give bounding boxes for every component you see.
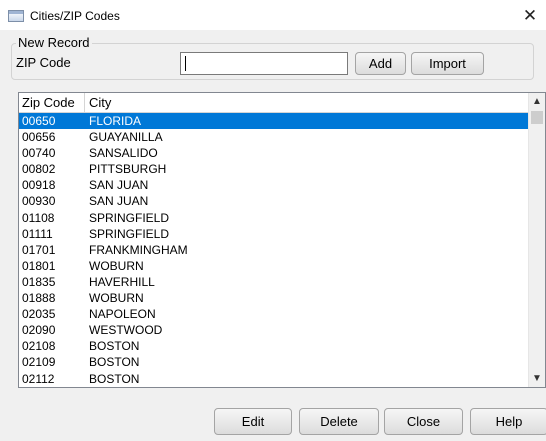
zip-cell: 01111 <box>22 226 53 241</box>
import-button[interactable]: Import <box>411 52 484 75</box>
city-cell: WESTWOOD <box>89 323 163 338</box>
table-row[interactable]: 01801 WOBURN <box>19 258 529 274</box>
table-row[interactable]: 01701 FRANKMINGHAM <box>19 242 529 258</box>
zip-code-label: ZIP Code <box>16 55 71 70</box>
table-row[interactable]: 01835 HAVERHILL <box>19 274 529 290</box>
zip-city-list[interactable]: Zip Code City 00650 FLORIDA 00656 GUAYANILL… <box>18 92 546 388</box>
city-cell: SAN JUAN <box>89 194 149 209</box>
table-row[interactable]: 02109 BOSTON <box>19 354 529 370</box>
zip-cell: 01701 <box>22 242 56 257</box>
chevron-down-icon[interactable]: ▼ <box>529 370 545 387</box>
window-title: Cities/ZIP Codes <box>30 9 120 23</box>
delete-button[interactable]: Delete <box>299 408 379 435</box>
zip-cell: 00802 <box>22 162 56 177</box>
city-cell: WOBURN <box>89 291 144 306</box>
city-cell: BOSTON <box>89 371 140 386</box>
table-row[interactable]: 02090 WESTWOOD <box>19 322 529 338</box>
table-row[interactable]: 02035 NAPOLEON <box>19 306 529 322</box>
table-row[interactable]: 02108 BOSTON <box>19 338 529 354</box>
table-row[interactable]: 01888 WOBURN <box>19 290 529 306</box>
zip-cell: 00930 <box>22 194 56 209</box>
city-cell: HAVERHILL <box>89 274 155 289</box>
city-cell: WOBURN <box>89 258 144 273</box>
zip-cell: 00918 <box>22 178 56 193</box>
city-cell: SPRINGFIELD <box>89 226 170 241</box>
table-row[interactable]: 00918 SAN JUAN <box>19 177 529 193</box>
city-cell: NAPOLEON <box>89 307 156 322</box>
zip-cell: 01888 <box>22 291 56 306</box>
edit-button[interactable]: Edit <box>214 408 292 435</box>
table-row[interactable]: 00656 GUAYANILLA <box>19 129 529 145</box>
city-cell: SANSALIDO <box>89 146 158 161</box>
city-cell: FLORIDA <box>89 114 142 128</box>
zip-code-input[interactable] <box>180 52 348 75</box>
zip-cell: 00740 <box>22 146 56 161</box>
title-bar: Cities/ZIP Codes ✕ <box>0 0 546 30</box>
list-rows: 00650 FLORIDA 00656 GUAYANILLA 00740 SANSALID… <box>19 113 529 387</box>
city-cell: PITTSBURGH <box>89 162 167 177</box>
zip-cell: 02112 <box>22 371 55 386</box>
scrollbar-thumb[interactable] <box>531 111 543 124</box>
table-row[interactable]: 02112 BOSTON <box>19 371 529 387</box>
chevron-up-icon[interactable]: ▲ <box>529 93 545 110</box>
table-row[interactable]: 01111 SPRINGFIELD <box>19 226 529 242</box>
city-cell: FRANKMINGHAM <box>89 242 188 257</box>
text-caret <box>185 56 186 71</box>
table-row[interactable]: 00650 FLORIDA <box>19 113 529 130</box>
zip-cell: 01835 <box>22 274 56 289</box>
column-header-city[interactable]: City <box>86 93 529 112</box>
city-cell: BOSTON <box>89 339 140 354</box>
help-button[interactable]: Help <box>470 408 546 435</box>
close-button[interactable]: Close <box>384 408 463 435</box>
table-row[interactable]: 01108 SPRINGFIELD <box>19 210 529 226</box>
vertical-scrollbar[interactable]: ▲ ▼ <box>528 93 545 387</box>
list-header: Zip Code City <box>19 93 529 113</box>
table-row[interactable]: 00740 SANSALIDO <box>19 145 529 161</box>
window-app-icon <box>8 10 24 22</box>
zip-cell: 02090 <box>22 323 56 338</box>
column-header-zip-code[interactable]: Zip Code <box>19 93 85 112</box>
city-cell: BOSTON <box>89 355 140 370</box>
zip-cell: 01108 <box>22 210 55 225</box>
table-row[interactable]: 00802 PITTSBURGH <box>19 161 529 177</box>
new-record-legend: New Record <box>18 35 90 50</box>
zip-cell: 02035 <box>22 307 56 322</box>
add-button[interactable]: Add <box>355 52 406 75</box>
city-cell: GUAYANILLA <box>89 130 163 145</box>
zip-cell: 00650 <box>22 114 56 128</box>
zip-cell: 02109 <box>22 355 56 370</box>
city-cell: SPRINGFIELD <box>89 210 170 225</box>
zip-cell: 02108 <box>22 339 56 354</box>
zip-cell: 00656 <box>22 130 56 145</box>
city-cell: SAN JUAN <box>89 178 149 193</box>
zip-cell: 01801 <box>22 258 56 273</box>
table-row[interactable]: 00930 SAN JUAN <box>19 193 529 209</box>
dialog-body: New Record ZIP Code Add Import Zip Code … <box>0 30 546 441</box>
close-icon[interactable]: ✕ <box>518 6 542 26</box>
